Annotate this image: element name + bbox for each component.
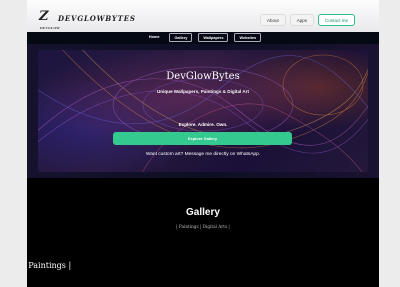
hero-tagline: Explore. Admire. Own. [178,122,228,127]
header-actions: About Apps Contact me [259,14,355,26]
browser-viewport: Z DEVGLOW DEVGLOWBYTES About Apps Contac… [27,0,379,287]
hero-section: DevGlowBytes Unique Wallpapers, Painting… [27,44,379,178]
hero-custom-art-note: Want custom art? Message me directly on … [145,152,261,157]
apps-button[interactable]: Apps [289,14,314,26]
explore-gallery-button[interactable]: Explore Gallery [113,132,292,145]
gallery-subtitle: | Paintings | Digital Arts | [176,224,230,229]
paintings-heading: | Paintings | [27,261,72,270]
nav-item-websites[interactable]: Websites [234,33,262,42]
hero-subtitle: Unique Wallpapers, Paintings & Digital A… [156,89,250,94]
hero-title: DevGlowBytes [166,71,240,82]
logo-mark-icon: Z DEVGLOW [39,10,60,30]
logo-text: DEVGLOWBYTES [58,13,136,23]
contact-me-button[interactable]: Contact me [317,14,355,26]
site-header: Z DEVGLOW DEVGLOWBYTES About Apps Contac… [27,0,379,32]
nav-item-gallery[interactable]: Gallery [169,33,193,42]
gallery-title: Gallery [186,207,220,218]
nav-item-wallpapers[interactable]: Wallpapers [198,33,229,42]
about-button[interactable]: About [259,14,286,26]
site-logo[interactable]: Z DEVGLOW DEVGLOWBYTES [39,10,136,30]
main-nav: Home Gallery Wallpapers Websites [27,32,379,44]
nav-item-home[interactable]: Home [145,33,164,42]
hero-banner: DevGlowBytes Unique Wallpapers, Painting… [38,50,368,172]
